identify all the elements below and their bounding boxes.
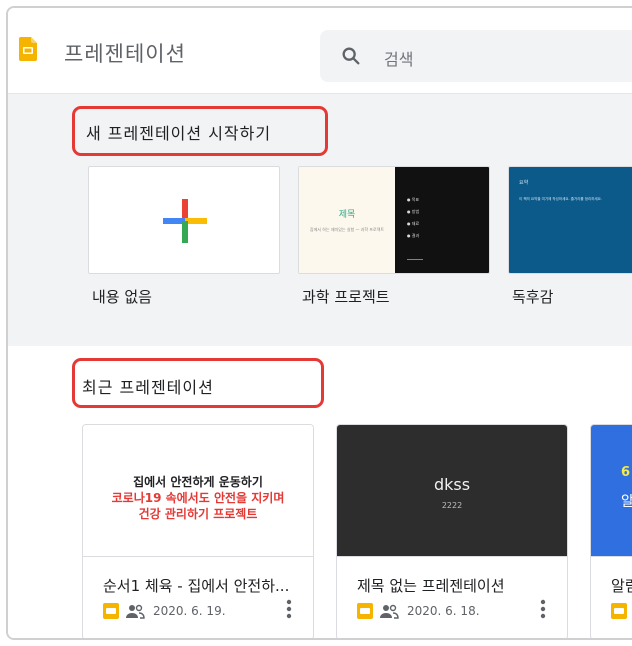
template-thumb-right: ● 목표 ● 방법 ● 재료 ● 결과 <box>395 167 489 273</box>
doc-thumb-number: 6 <box>621 465 631 480</box>
slides-logo-icon[interactable] <box>19 37 37 61</box>
template-thumb-bullet: ● 방법 <box>407 209 420 214</box>
doc-date: 2020. 6. 19. <box>153 604 226 618</box>
doc-thumb-line: 집에서 안전하게 운동하기 <box>133 475 263 489</box>
doc-meta <box>611 601 632 621</box>
doc-thumbnail: dkss 2222 <box>337 425 567 557</box>
slides-icon <box>611 603 627 619</box>
doc-thumb-line: 건강 관리하기 프로젝트 <box>138 507 258 521</box>
doc-thumb-title: dkss <box>433 475 471 494</box>
recent-heading: 최근 프레젠테이션 <box>82 378 214 397</box>
doc-thumb-line: 코로나19 속에서도 안전을 지키며 <box>111 491 285 505</box>
app-window: 프레젠테이션 검색 새 프레젠테이션 시작하기 내용 없음 제목 집에서 하는 … <box>6 6 632 640</box>
template-thumb-title: 요약 <box>519 180 529 186</box>
doc-thumb-subtitle: 2222 <box>441 501 463 510</box>
template-book-report[interactable]: 요약 이 책의 요약을 여기에 작성하세요. 줄거리를 정리하세요. <box>508 166 632 274</box>
template-book-label[interactable]: 독후감 <box>512 286 553 307</box>
shared-people-icon <box>380 604 399 619</box>
template-blank-label[interactable]: 내용 없음 <box>92 286 152 307</box>
doc-title: 알림 <box>611 577 632 595</box>
template-science-project[interactable]: 제목 집에서 하는 재미있는 실험 — 과학 프로젝트 ● 목표 ● 방법 ● … <box>298 166 490 274</box>
recent-doc-card[interactable]: 6 알 알림 <box>590 424 632 638</box>
search-icon[interactable] <box>340 45 362 67</box>
recent-doc-card[interactable]: dkss 2222 제목 없는 프레젠테이션 2020. 6. 18. <box>336 424 568 638</box>
app-title: 프레젠테이션 <box>64 42 186 66</box>
shared-people-icon <box>126 604 145 619</box>
template-blank[interactable] <box>88 166 280 274</box>
template-thumb-left: 제목 집에서 하는 재미있는 실험 — 과학 프로젝트 <box>299 167 395 273</box>
slides-icon <box>357 603 373 619</box>
template-thumb-bullet: ● 목표 <box>407 197 420 202</box>
doc-date: 2020. 6. 18. <box>407 604 480 618</box>
template-thumb-subtitle: 집에서 하는 재미있는 실험 — 과학 프로젝트 <box>309 227 385 232</box>
template-thumb-bullet: ● 재료 <box>407 221 420 226</box>
doc-thumb-char: 알 <box>621 491 632 511</box>
search-input[interactable]: 검색 <box>320 30 632 82</box>
template-thumb-blue: 요약 이 책의 요약을 여기에 작성하세요. 줄거리를 정리하세요. <box>509 167 632 273</box>
recent-doc-card[interactable]: 집에서 안전하게 운동하기 코로나19 속에서도 안전을 지키며 건강 관리하기… <box>82 424 314 638</box>
search-placeholder: 검색 <box>384 50 414 69</box>
slides-icon <box>103 603 119 619</box>
doc-meta: 2020. 6. 18. <box>357 601 557 621</box>
template-thumb-bullet: ● 결과 <box>407 233 420 238</box>
template-thumb-text: 이 책의 요약을 여기에 작성하세요. 줄거리를 정리하세요. <box>519 197 602 201</box>
doc-meta: 2020. 6. 19. <box>103 601 303 621</box>
doc-title: 순서1 체육 - 집에서 안전하... <box>103 577 290 595</box>
doc-thumbnail: 6 알 <box>591 425 632 557</box>
template-thumb-accent-line <box>407 259 423 260</box>
more-options-icon[interactable] <box>533 597 553 621</box>
template-heading: 새 프레젠테이션 시작하기 <box>86 124 272 143</box>
template-science-label[interactable]: 과학 프로젝트 <box>302 286 390 307</box>
recent-presentations: 최근 프레젠테이션 집에서 안전하게 운동하기 코로나19 속에서도 안전을 지… <box>8 346 632 638</box>
doc-title: 제목 없는 프레젠테이션 <box>357 577 505 595</box>
plus-icon <box>163 199 207 243</box>
top-bar: 프레젠테이션 검색 <box>8 8 632 94</box>
more-options-icon[interactable] <box>279 597 299 621</box>
template-gallery: 새 프레젠테이션 시작하기 내용 없음 제목 집에서 하는 재미있는 실험 — … <box>8 94 632 346</box>
template-thumb-title: 제목 <box>338 210 356 220</box>
doc-thumbnail: 집에서 안전하게 운동하기 코로나19 속에서도 안전을 지키며 건강 관리하기… <box>83 425 313 557</box>
